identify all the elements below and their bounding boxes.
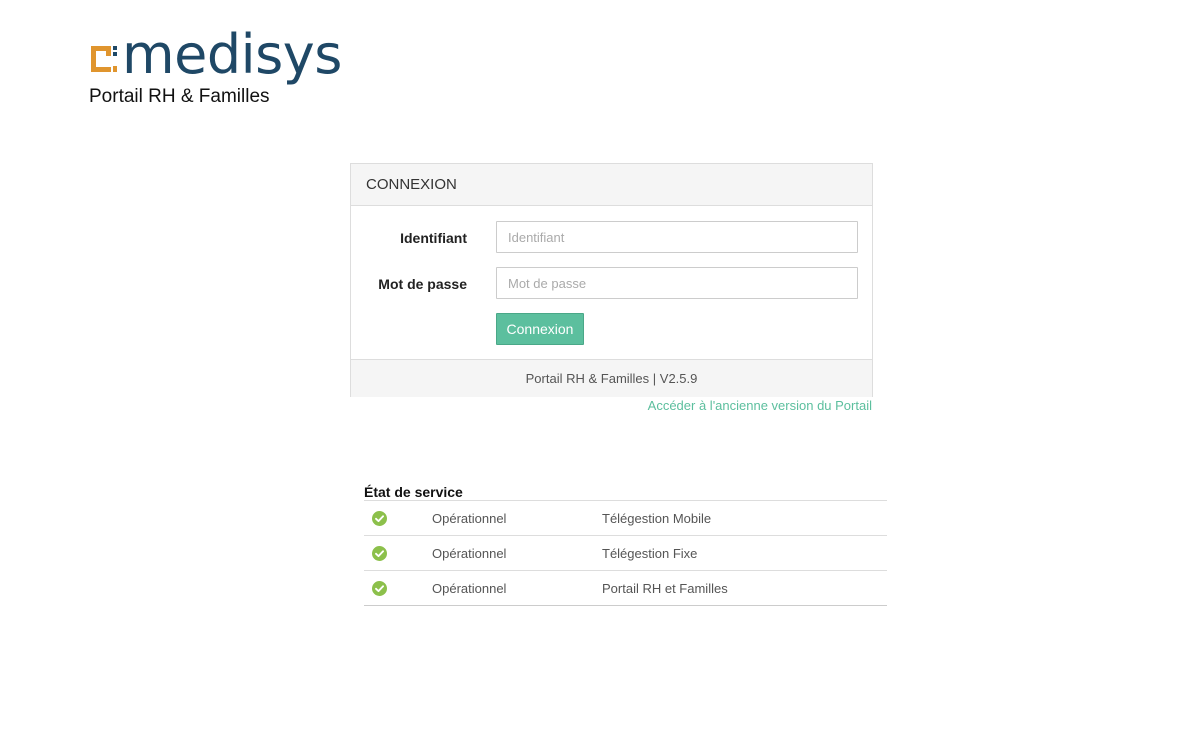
service-status-table: État de service Opérationnel Télégestion… bbox=[364, 483, 887, 606]
login-panel: CONNEXION Identifiant Mot de passe Conne… bbox=[350, 163, 873, 397]
identifiant-input[interactable] bbox=[496, 221, 858, 253]
connexion-button[interactable]: Connexion bbox=[496, 313, 584, 345]
portal-subtitle: Portail RH & Familles bbox=[89, 86, 270, 107]
login-form: Identifiant Mot de passe Connexion bbox=[351, 206, 872, 359]
login-panel-footer: Portail RH & Familles | V2.5.9 bbox=[351, 359, 872, 397]
logo-wordmark: medisys bbox=[122, 23, 342, 86]
status-service-name: Télégestion Fixe bbox=[602, 546, 698, 561]
status-row: Opérationnel Portail RH et Familles bbox=[364, 571, 887, 606]
status-service-name: Télégestion Mobile bbox=[602, 511, 712, 526]
password-label: Mot de passe bbox=[378, 276, 467, 292]
check-circle-icon bbox=[372, 546, 387, 561]
status-row: Opérationnel Télégestion Mobile bbox=[364, 501, 887, 536]
check-circle-icon bbox=[372, 581, 387, 596]
service-status-title: État de service bbox=[364, 483, 887, 501]
medisys-logo: medisys Portail RH & Familles bbox=[89, 23, 349, 111]
status-state: Opérationnel bbox=[432, 546, 507, 561]
old-version-link[interactable]: Accéder à l'ancienne version du Portail bbox=[648, 398, 872, 413]
status-service-name: Portail RH et Familles bbox=[602, 581, 728, 596]
status-row: Opérationnel Télégestion Fixe bbox=[364, 536, 887, 571]
status-state: Opérationnel bbox=[432, 511, 507, 526]
password-input[interactable] bbox=[496, 267, 858, 299]
login-panel-heading: CONNEXION bbox=[351, 164, 872, 206]
identifiant-label: Identifiant bbox=[400, 230, 467, 246]
logo-row: medisys bbox=[89, 23, 349, 86]
check-circle-icon bbox=[372, 511, 387, 526]
status-state: Opérationnel bbox=[432, 581, 507, 596]
medisys-mark-icon bbox=[91, 46, 117, 72]
